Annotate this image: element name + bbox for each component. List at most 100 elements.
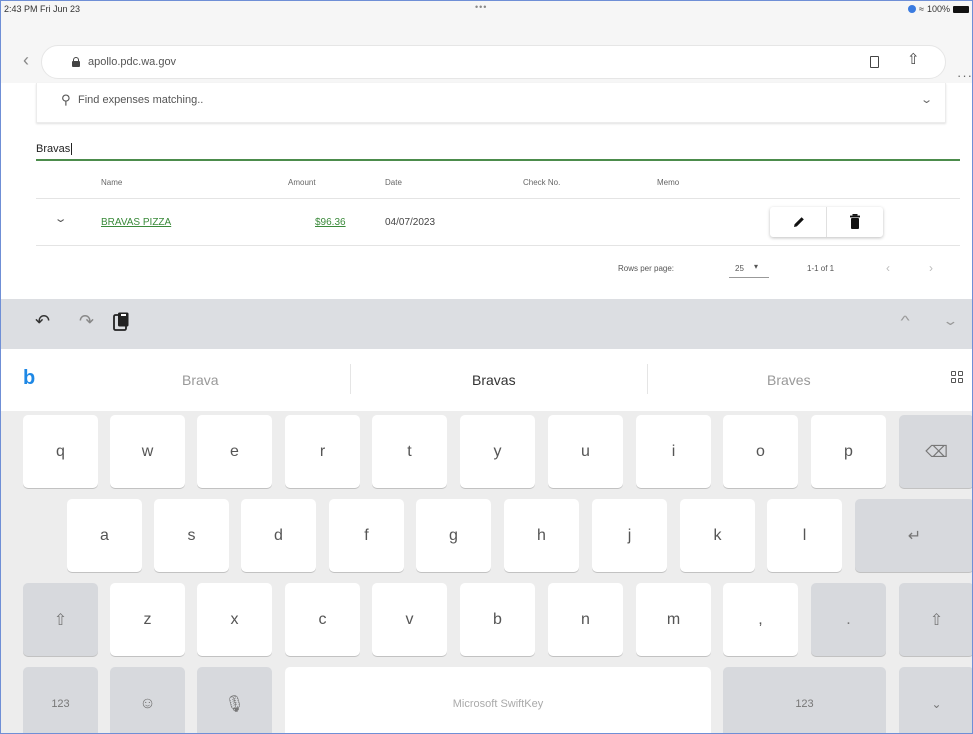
space-bar[interactable]: Microsoft SwiftKey (285, 667, 711, 733)
key-r[interactable]: r (285, 415, 360, 488)
key-l[interactable]: l (767, 499, 842, 572)
backspace-icon: ⌫ (925, 443, 948, 461)
table-header: Name Amount Date Check No. Memo (36, 167, 960, 199)
key-z[interactable]: z (110, 583, 185, 656)
suggestion-2[interactable]: Bravas (472, 372, 516, 388)
expense-amount-link[interactable]: $96.36 (315, 217, 346, 228)
ipad-screen: 2:43 PM Fri Jun 23 ••• ≈ 100% ‹ apollo.p… (0, 0, 973, 734)
more-icon[interactable]: ··· (957, 68, 972, 83)
emoji-key[interactable]: ☺ (110, 667, 185, 733)
location-icon (908, 5, 917, 13)
bookmark-icon[interactable] (870, 56, 879, 68)
next-field-icon[interactable]: ⌄ (942, 313, 958, 329)
grid-menu-icon[interactable] (951, 371, 964, 384)
key-c[interactable]: c (285, 583, 360, 656)
key-f[interactable]: f (329, 499, 404, 572)
search-icon: ⚲ (61, 92, 71, 107)
numbers-key-right[interactable]: 123 (723, 667, 886, 733)
return-icon: ↵ (907, 527, 922, 545)
previous-field-icon[interactable]: ^ (900, 313, 909, 328)
suggestion-3[interactable]: Braves (767, 372, 811, 388)
key-v[interactable]: v (372, 583, 447, 656)
key-g[interactable]: g (416, 499, 491, 572)
chevron-down-icon[interactable]: ⌄ (920, 93, 933, 106)
rows-per-page-value: 25 (735, 264, 744, 273)
filter-placeholder: Find expenses matching.. (78, 94, 204, 106)
emoji-icon: ☺ (139, 694, 156, 712)
shift-icon: ⇧ (929, 611, 944, 629)
keyboard-shortcut-bar: ↶ ↷ ^ ⌄ (1, 299, 972, 349)
browser-toolbar: ‹ apollo.pdc.wa.gov ⇧ ··· (1, 17, 972, 83)
suggestion-bar: b Brava Bravas Braves (1, 349, 972, 411)
search-input[interactable]: Bravas (36, 139, 960, 161)
column-header-date[interactable]: Date (385, 178, 402, 187)
return-key[interactable]: ↵ (855, 499, 972, 572)
status-bar: 2:43 PM Fri Jun 23 ••• ≈ 100% (1, 1, 972, 17)
row-actions (770, 207, 883, 237)
status-time: 2:43 PM Fri Jun 23 (4, 4, 81, 14)
url-text[interactable]: apollo.pdc.wa.gov (88, 56, 176, 68)
key-p[interactable]: p (811, 415, 886, 488)
caret-down-icon: ▾ (754, 262, 759, 271)
key-w[interactable]: w (110, 415, 185, 488)
bing-icon[interactable]: b (23, 367, 35, 390)
key-n[interactable]: n (548, 583, 623, 656)
web-page: ⚲ Find expenses matching.. ⌄ Bravas Name… (1, 83, 972, 299)
suggestion-1[interactable]: Brava (182, 372, 219, 388)
key-e[interactable]: e (197, 415, 272, 488)
key-u[interactable]: u (548, 415, 623, 488)
text-caret (71, 143, 73, 156)
pagination: Rows per page: 25 ▾ 1-1 of 1 ‹ › (36, 246, 960, 290)
key-k[interactable]: k (680, 499, 755, 572)
wifi-icon: ≈ (919, 4, 924, 14)
back-icon[interactable]: ‹ (23, 51, 29, 69)
lock-icon (72, 57, 80, 67)
key-t[interactable]: t (372, 415, 447, 488)
dictation-key[interactable]: 🎙 (197, 667, 272, 733)
undo-icon[interactable]: ↶ (35, 311, 50, 332)
multitasking-dots[interactable]: ••• (475, 2, 487, 12)
key-x[interactable]: x (197, 583, 272, 656)
key-h[interactable]: h (504, 499, 579, 572)
table-row: ⌄ BRAVAS PIZZA $96.36 04/07/2023 (36, 200, 960, 246)
redo-icon[interactable]: ↷ (79, 311, 94, 332)
key-q[interactable]: q (23, 415, 98, 488)
search-input-value: Bravas (36, 143, 71, 155)
status-right: ≈ 100% (908, 4, 969, 14)
column-header-name[interactable]: Name (101, 178, 122, 187)
key-b[interactable]: b (460, 583, 535, 656)
expense-filter-dropdown[interactable]: ⚲ Find expenses matching.. ⌄ (36, 83, 946, 123)
edit-icon[interactable] (792, 215, 806, 229)
previous-page-icon[interactable]: ‹ (886, 261, 890, 275)
key-m[interactable]: m (636, 583, 711, 656)
paste-icon[interactable] (113, 312, 129, 331)
next-page-icon[interactable]: › (929, 261, 933, 275)
backspace-key[interactable]: ⌫ (899, 415, 972, 488)
share-icon[interactable]: ⇧ (907, 52, 920, 68)
hide-keyboard-key[interactable]: ⌄ (899, 667, 972, 733)
column-header-check-no[interactable]: Check No. (523, 178, 560, 187)
shift-key-left[interactable]: ⇧ (23, 583, 98, 656)
battery-icon (953, 5, 969, 13)
key-a[interactable]: a (67, 499, 142, 572)
key-d[interactable]: d (241, 499, 316, 572)
key-comma[interactable]: , (723, 583, 798, 656)
shift-key-right[interactable]: ⇧ (899, 583, 972, 656)
rows-per-page-select[interactable]: 25 ▾ (729, 262, 769, 278)
column-header-memo[interactable]: Memo (657, 178, 679, 187)
expense-date: 04/07/2023 (385, 217, 436, 228)
expense-name-link[interactable]: BRAVAS PIZZA (101, 217, 171, 228)
key-period[interactable]: . (811, 583, 886, 656)
rows-per-page-label: Rows per page: (618, 264, 675, 273)
expand-row-icon[interactable]: ⌄ (54, 212, 68, 225)
pagination-range: 1-1 of 1 (807, 264, 835, 273)
key-j[interactable]: j (592, 499, 667, 572)
key-o[interactable]: o (723, 415, 798, 488)
key-i[interactable]: i (636, 415, 711, 488)
column-header-amount[interactable]: Amount (288, 178, 316, 187)
key-s[interactable]: s (154, 499, 229, 572)
delete-icon[interactable] (849, 214, 861, 229)
address-bar[interactable]: apollo.pdc.wa.gov ⇧ (41, 45, 946, 79)
key-y[interactable]: y (460, 415, 535, 488)
numbers-key-left[interactable]: 123 (23, 667, 98, 733)
